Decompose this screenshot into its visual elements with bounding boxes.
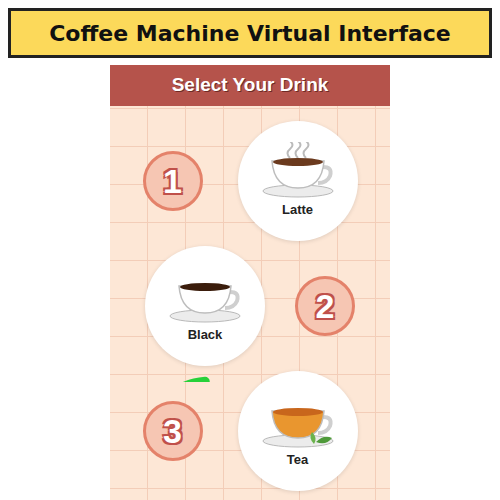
drink-row: Black 2: [110, 244, 390, 369]
drink-option[interactable]: Black: [145, 246, 265, 366]
drink-number: 1: [143, 151, 203, 211]
tea-cup-icon: [258, 392, 338, 448]
drink-number: 2: [295, 276, 355, 336]
drink-label: Latte: [282, 200, 313, 220]
drink-label: Black: [188, 325, 223, 345]
window-title: Coffee Machine Virtual Interface: [49, 17, 451, 50]
drink-label: Tea: [287, 450, 308, 470]
panel-title: Select Your Drink: [172, 71, 329, 100]
title-banner: Coffee Machine Virtual Interface: [8, 8, 492, 58]
selection-ring: [129, 230, 281, 382]
number-text: 1: [163, 164, 182, 198]
drink-list: 1 Latte Black 2 3 Tea: [110, 106, 390, 500]
drink-row: 3 Tea: [110, 369, 390, 494]
panel-header: Select Your Drink: [110, 65, 390, 106]
number-text: 3: [163, 414, 182, 448]
drink-panel: Select Your Drink 1 Latte Black 2 3 Tea: [110, 65, 390, 500]
drink-number: 3: [143, 401, 203, 461]
drink-option[interactable]: Tea: [238, 371, 358, 491]
coffee-cup-icon: [258, 142, 338, 198]
number-text: 2: [316, 289, 335, 323]
coffee-cup-icon: [165, 267, 245, 323]
drink-option[interactable]: Latte: [238, 121, 358, 241]
drink-row: 1 Latte: [110, 119, 390, 244]
